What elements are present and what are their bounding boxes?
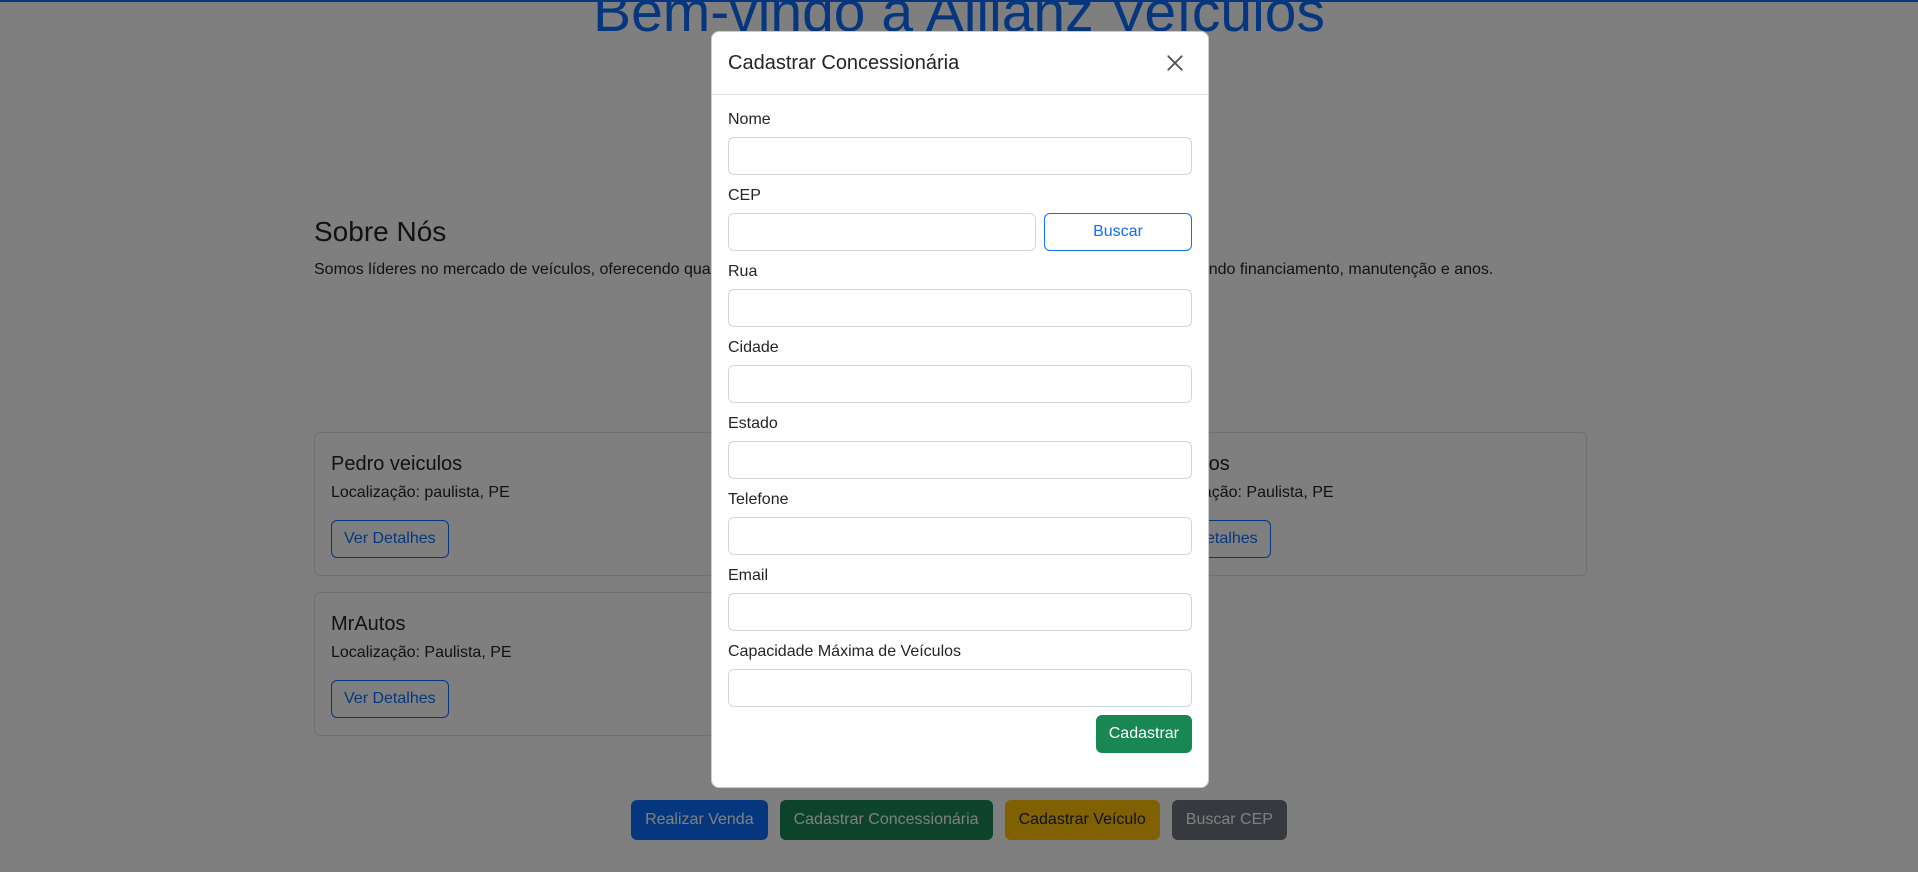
rua-input[interactable] [728,289,1192,327]
register-dealer-modal: Cadastrar Concessionária Nome CEP Buscar… [711,31,1209,788]
field-capacidade: Capacidade Máxima de Veículos [728,643,1192,707]
field-cep: CEP Buscar [728,187,1192,251]
modal-title: Cadastrar Concessionária [728,51,960,74]
cidade-input[interactable] [728,365,1192,403]
field-cidade: Cidade [728,339,1192,403]
rua-label: Rua [728,263,758,280]
field-nome: Nome [728,111,1192,175]
capacidade-input[interactable] [728,669,1192,707]
buscar-button[interactable]: Buscar [1044,213,1192,251]
estado-label: Estado [728,415,778,432]
nome-label: Nome [728,111,771,128]
modal-header: Cadastrar Concessionária [712,32,1208,95]
close-icon-glyph [1167,55,1183,71]
submit-row: Cadastrar [728,715,1192,753]
email-label: Email [728,567,769,584]
cadastrar-button[interactable]: Cadastrar [1095,715,1192,753]
field-telefone: Telefone [728,491,1192,555]
field-email: Email [728,567,1192,631]
email-input[interactable] [728,593,1192,631]
capacidade-label: Capacidade Máxima de Veículos [728,643,962,660]
cep-label: CEP [728,187,761,204]
nome-input[interactable] [728,137,1192,175]
cidade-label: Cidade [728,339,779,356]
cep-row: Buscar [728,213,1192,251]
field-rua: Rua [728,263,1192,327]
close-icon[interactable] [1163,51,1187,75]
telefone-label: Telefone [728,491,789,508]
cep-input[interactable] [728,213,1036,251]
modal-body: Nome CEP Buscar Rua Cidade Estado Telefo… [712,95,1208,753]
estado-input[interactable] [728,441,1192,479]
field-estado: Estado [728,415,1192,479]
telefone-input[interactable] [728,517,1192,555]
